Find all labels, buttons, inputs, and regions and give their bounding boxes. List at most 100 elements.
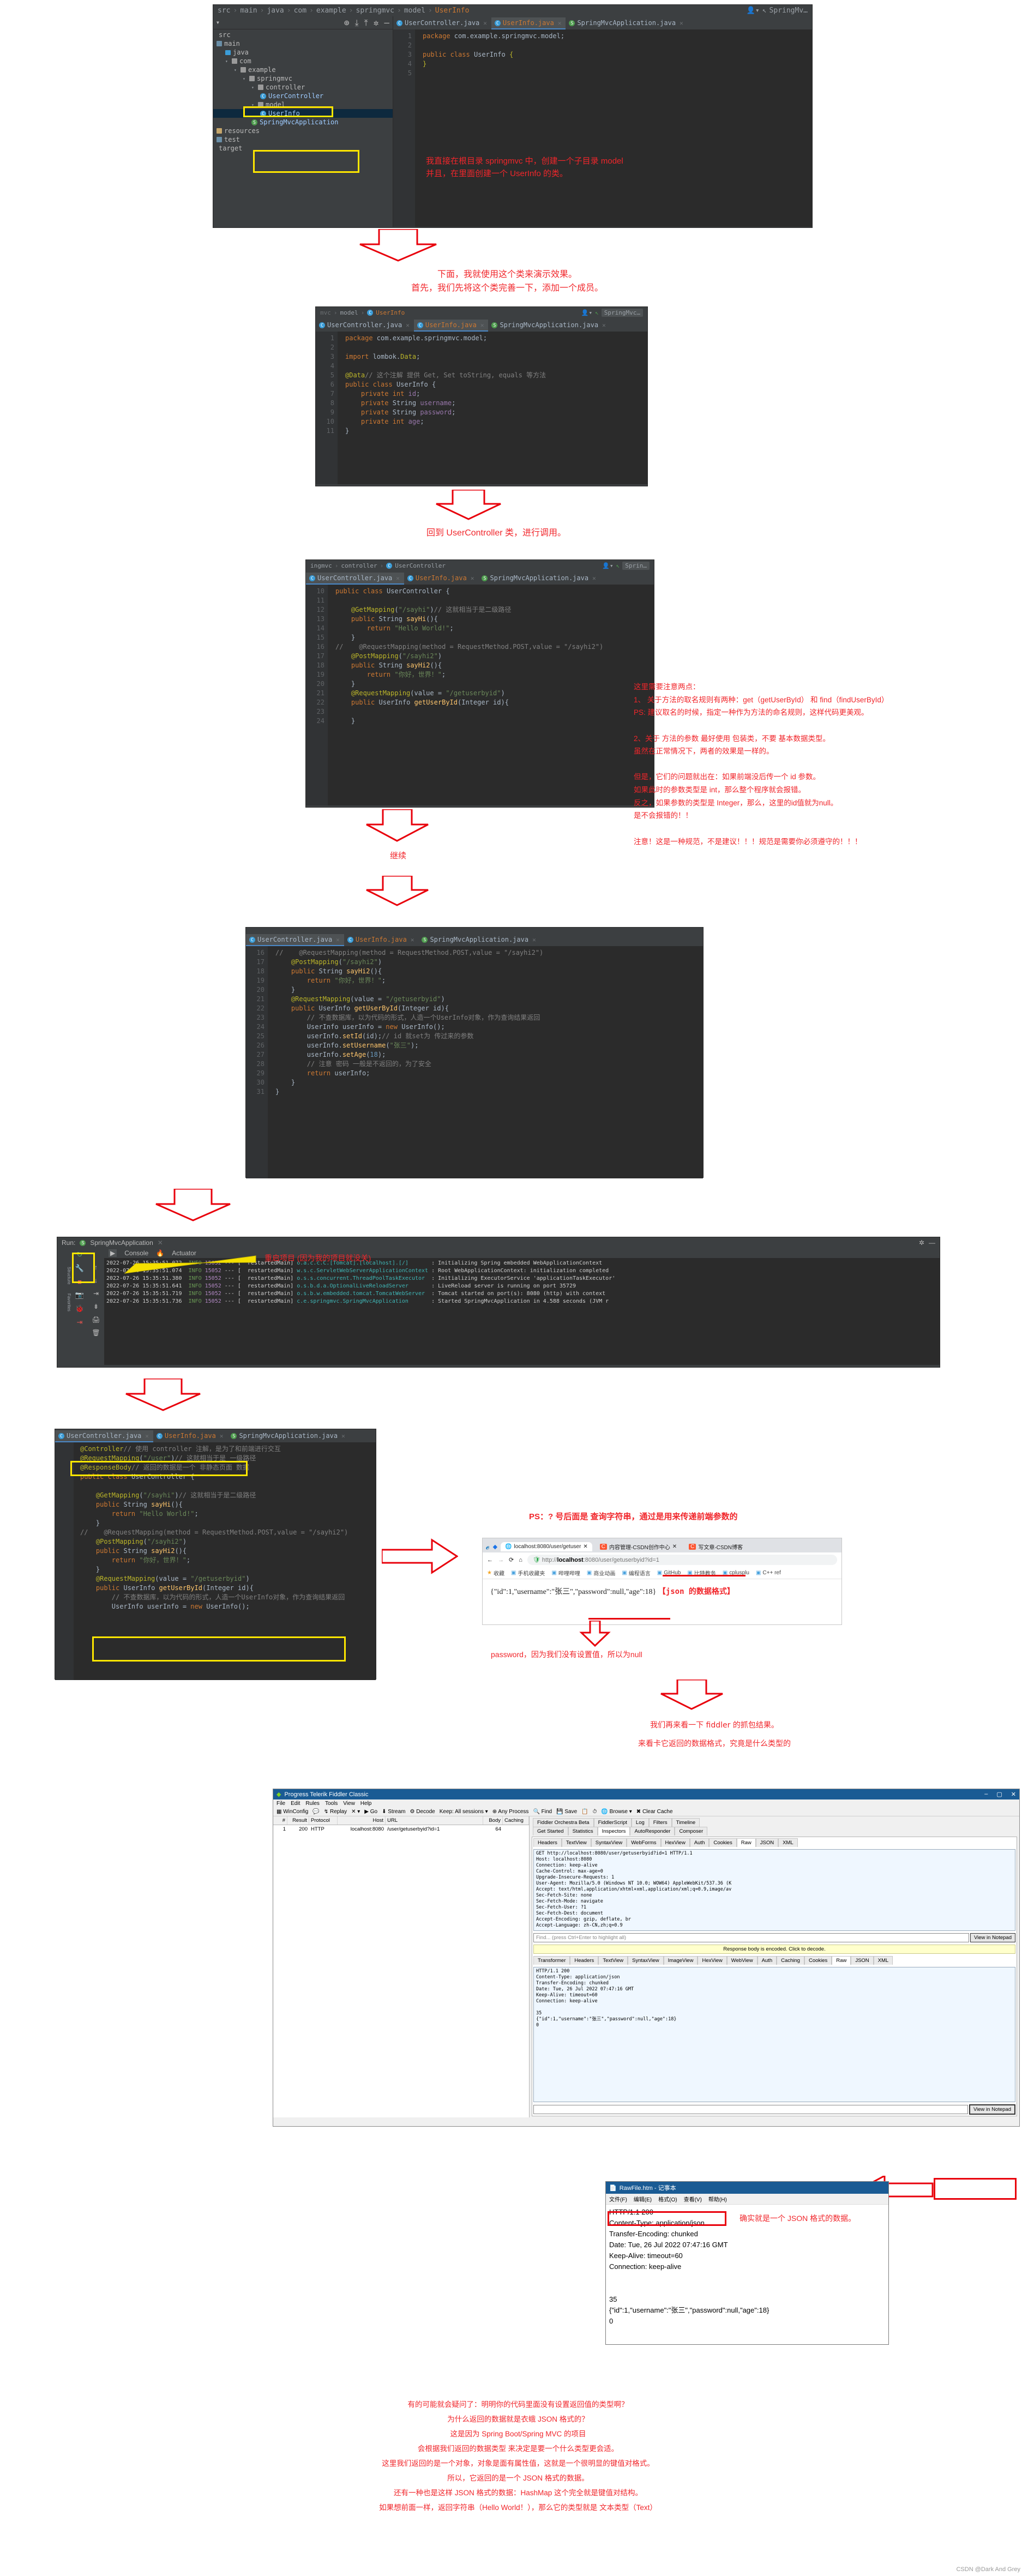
breadcrumb-item[interactable]: com (294, 7, 306, 15)
run-config-chip[interactable]: SpringMvc… (601, 309, 643, 317)
code-line[interactable]: // @RequestMapping(method = RequestMetho… (76, 1528, 376, 1537)
code-line[interactable]: UserInfo userInfo = new UserInfo(); (271, 1022, 703, 1032)
view-in-notepad-button-request[interactable]: View in Notepad (970, 1933, 1015, 1942)
notepad-menu-item[interactable]: 帮助(H) (708, 2195, 727, 2203)
browser-bookmarks-bar[interactable]: ★ 收藏 ▣ 手机收藏夹 ▣ 哔哩哔哩 ▣ 商业动画 ▣ 编程语言 ▣ GitHub ▣ 比特教务 ▣ cpl… (483, 1567, 841, 1579)
tree-node-springmvc[interactable]: ▾ springmvc (213, 74, 393, 83)
response-tab[interactable]: XML (873, 1956, 893, 1965)
code-editor-4[interactable]: 16 17 18 19 20 21 22 23 24 25 26 27 28 29 30 31 // @Req… (246, 946, 703, 1178)
code-editor-1[interactable]: 12 3 45 package com.example.springmvc.mode… (393, 29, 812, 227)
chevron-down-icon[interactable]: ▾ (251, 103, 256, 107)
project-tree-1[interactable]: src main java ▾ com ▾ example ▾ springmvc ▾ contro… (213, 29, 393, 154)
code-line[interactable]: // @RequestMapping(method = RequestMetho… (331, 642, 654, 652)
code-line[interactable]: public String sayHi(){ (76, 1500, 376, 1509)
winconfig-button[interactable]: ▦ WinConfig (276, 1809, 308, 1815)
request-raw-text[interactable]: GET http://localhost:8080/user/getuserby… (533, 1849, 1015, 1931)
editor-code-2[interactable]: package com.example.springmvc.model; imp… (341, 332, 647, 436)
tree-node-userinfo[interactable]: C UserInfo (213, 109, 393, 118)
locate-icon[interactable]: ⊕ (344, 17, 350, 28)
code-line[interactable]: } (76, 1565, 376, 1574)
editor-tab-userinfo[interactable]: C UserInfo.java ✕ (413, 320, 489, 332)
tree-node-target[interactable]: target (213, 144, 393, 153)
browser-tab-csdn-write[interactable]: C 写文章-CSDN博客 (684, 1540, 747, 1552)
code-line[interactable]: @Controller// 使用 controller 注解，是为了和前端进行交… (76, 1445, 376, 1454)
code-line[interactable]: userInfo.setId(id);// id 就set为 传过来的参数 (271, 1032, 703, 1041)
request-tab[interactable]: Raw (736, 1838, 756, 1847)
code-line[interactable]: } (271, 1087, 703, 1097)
code-line[interactable] (418, 41, 812, 50)
code-line[interactable]: @GetMapping("/sayhi")// 这就相当于是二级路径 (76, 1491, 376, 1500)
session-cell[interactable]: 200 (287, 1825, 309, 1833)
tree-node-springmvcapplication[interactable]: S SpringMvcApplication (213, 118, 393, 127)
code-line[interactable]: } (271, 985, 703, 995)
code-line[interactable]: @GetMapping("/sayhi")// 这就相当于是二级路径 (331, 605, 654, 615)
bookmark-2[interactable]: ▣ 哔哩哔哩 (551, 1569, 580, 1577)
request-tab[interactable]: JSON (755, 1838, 779, 1847)
editor-code-6[interactable]: @Controller// 使用 controller 注解，是为了和前端进行交… (76, 1442, 376, 1611)
editor-tabbar-4[interactable]: C UserController.java ✕ C UserInfo.java ✕ S Spr… (246, 928, 703, 946)
bookmark-0[interactable]: ★ 收藏 (487, 1569, 504, 1577)
browser-tabstrip[interactable]: 𝓮 ◆ 🌐 localhost:8080/user/getuser ✕ C 内容… (483, 1538, 841, 1552)
chevron-down-icon[interactable]: ▾ (243, 76, 247, 81)
any-process-button[interactable]: ⊕ Any Process (492, 1809, 529, 1815)
request-tab[interactable]: XML (778, 1838, 798, 1847)
fiddler-tool-tab[interactable]: FiddlerScript (593, 1818, 632, 1827)
session-row[interactable]: 1 200 HTTP localhost:8080/user/getuserbyid?… (273, 1825, 529, 1833)
expand-all-icon[interactable]: ⤓ (355, 17, 359, 28)
code-line[interactable] (331, 596, 654, 605)
request-tab[interactable]: Auth (689, 1838, 710, 1847)
fiddler-tool-tab[interactable]: AutoResponder (630, 1827, 675, 1835)
session-cell[interactable] (503, 1825, 529, 1833)
code-line[interactable]: } (76, 1519, 376, 1528)
editor-code-4[interactable]: // @RequestMapping(method = RequestMetho… (271, 946, 703, 1097)
close-tab-icon[interactable]: ✕ (483, 20, 487, 27)
chevron-down-icon[interactable]: ▾ (234, 68, 238, 73)
soft-wrap-icon[interactable]: ⇥ (93, 1290, 99, 1297)
code-line[interactable]: } (331, 717, 654, 726)
request-tab[interactable]: Headers (533, 1838, 562, 1847)
close-tab-icon[interactable]: ✕ (220, 1433, 224, 1440)
home-icon[interactable]: ⌂ (519, 1557, 522, 1563)
code-line[interactable]: return userInfo; (271, 1069, 703, 1078)
code-line[interactable] (341, 362, 647, 371)
build-icon[interactable]: ↖ (762, 7, 767, 15)
tree-node-java[interactable]: java (213, 48, 393, 57)
session-column-header[interactable]: Caching (503, 1816, 529, 1825)
debug-icon[interactable]: 🐞 (75, 1304, 84, 1313)
tree-node-com[interactable]: ▾ com (213, 57, 393, 65)
editor-tab-usercontroller[interactable]: C UserController.java ✕ (393, 17, 491, 29)
browser-tab-csdn-manage[interactable]: C 内容管理-CSDN创作中心 ✕ (595, 1540, 682, 1552)
code-line[interactable]: @RequestMapping(value = "/getuserbyid") (76, 1574, 376, 1584)
session-cell[interactable]: /user/getuserbyid?id=1 (386, 1825, 483, 1833)
code-line[interactable]: public UserInfo getUserById(Integer id){ (76, 1584, 376, 1593)
timer-icon[interactable]: ⏱ (593, 1809, 597, 1815)
stream-button[interactable]: ⬇ Stream (382, 1809, 405, 1815)
editor-tab-usercontroller[interactable]: C UserController.java ✕ (246, 934, 344, 946)
bookmark-3[interactable]: ▣ 商业动画 (587, 1569, 615, 1577)
fiddler-tool-tabs-row2[interactable]: Get Started Statistics Inspectors AutoRespo… (530, 1827, 1019, 1835)
run-config-chip[interactable]: Sprin… (622, 562, 650, 570)
console-hide-icon[interactable]: — (929, 1239, 935, 1247)
request-tab[interactable]: SyntaxView (591, 1838, 627, 1847)
fiddler-tool-tab[interactable]: Fiddler Orchestra Beta (533, 1818, 594, 1827)
code-line[interactable]: private String username; (341, 399, 647, 408)
editor-tab-userinfo[interactable]: C UserInfo.java ✕ (153, 1430, 228, 1442)
comment-icon[interactable]: 💬 (312, 1809, 319, 1815)
fiddler-menu-item[interactable]: File (276, 1801, 285, 1807)
response-tab[interactable]: Raw (832, 1956, 851, 1965)
fiddler-menu-item[interactable]: Edit (291, 1801, 300, 1807)
exit-icon[interactable]: ⇥ (77, 1318, 83, 1327)
fiddler-menubar[interactable]: File Edit Rules Tools View Help (273, 1799, 1019, 1808)
editor-code-3[interactable]: public class UserController { @GetMappin… (331, 585, 654, 726)
close-tab-icon[interactable]: ✕ (532, 936, 536, 943)
fiddler-menu-item[interactable]: Rules (305, 1801, 320, 1807)
keep-sessions-dropdown[interactable]: Keep: All sessions ▾ (440, 1809, 488, 1815)
session-column-header[interactable]: Result (287, 1816, 309, 1825)
project-select-chevron-icon[interactable]: ▼ (217, 20, 219, 25)
profile-icon[interactable]: 👤▾ (602, 562, 613, 569)
clear-cache-button[interactable]: ✖ Clear Cache (636, 1809, 673, 1815)
close-tab-icon[interactable]: ✕ (680, 20, 683, 27)
find-button[interactable]: 🔍 Find (533, 1809, 552, 1815)
code-line[interactable] (76, 1482, 376, 1491)
back-icon[interactable]: ← (487, 1557, 493, 1563)
